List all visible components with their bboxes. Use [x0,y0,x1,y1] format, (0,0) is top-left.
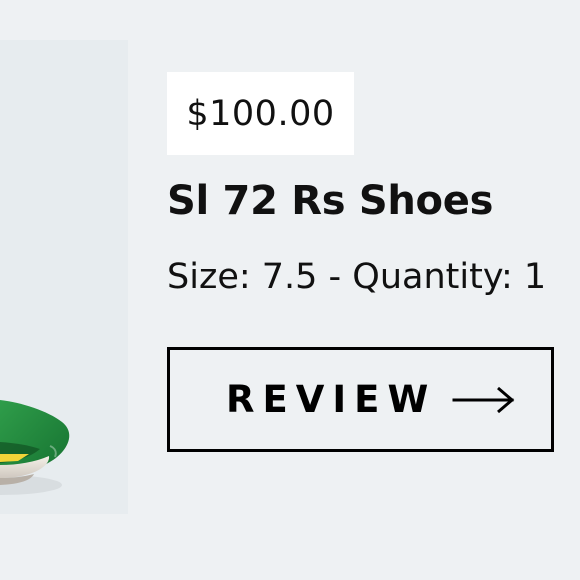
shoe-image [0,400,70,495]
price-tag: $100.00 [167,72,354,155]
review-button-label: REVIEW [226,378,437,421]
right-arrow-icon [452,386,515,413]
review-button[interactable]: REVIEW [167,347,554,452]
product-card: $100.00 Sl 72 Rs Shoes Size: 7.5 - Quant… [0,0,580,580]
product-size-quantity: Size: 7.5 - Quantity: 1 [167,257,547,297]
product-title: Sl 72 Rs Shoes [167,178,494,224]
product-image-panel [0,40,128,514]
